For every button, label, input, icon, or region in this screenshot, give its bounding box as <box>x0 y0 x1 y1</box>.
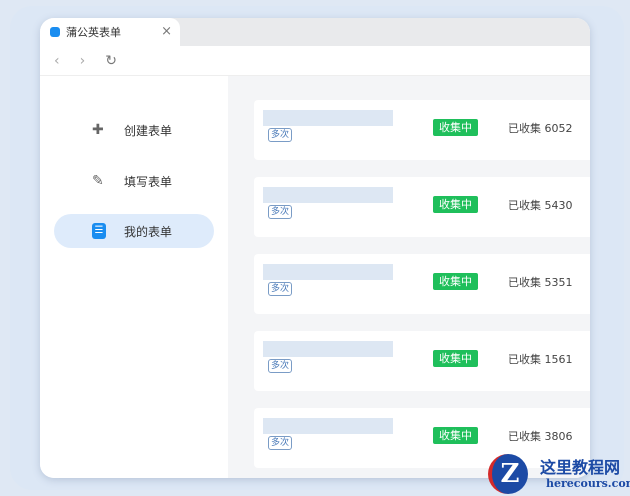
watermark-logo-icon: Z <box>488 454 528 494</box>
form-card[interactable]: 多次 收集中 已收集 1561 <box>254 331 590 391</box>
frequency-tag: 多次 <box>268 359 293 373</box>
sidebar-item-fill-form[interactable]: ✎ 填写表单 <box>54 164 214 198</box>
form-title-placeholder <box>263 341 393 357</box>
collected-count: 已收集 3806 <box>508 430 573 443</box>
status-badge: 收集中 <box>433 350 478 367</box>
sidebar: ✚ 创建表单 ✎ 填写表单 ☰ 我的表单 <box>40 76 228 478</box>
status-badge: 收集中 <box>433 427 478 444</box>
tab-dandelion-forms[interactable]: 蒲公英表单 × <box>40 18 180 46</box>
collected-count: 已收集 6052 <box>508 122 573 135</box>
collected-count: 已收集 1561 <box>508 353 573 366</box>
watermark-url: herecours.com <box>546 477 630 490</box>
sidebar-item-label: 创建表单 <box>124 123 173 138</box>
frequency-tag: 多次 <box>268 128 293 142</box>
sidebar-item-label: 我的表单 <box>124 224 173 239</box>
forward-icon[interactable]: › <box>80 53 86 69</box>
edit-form-icon: ✎ <box>92 173 104 189</box>
reload-icon[interactable]: ↻ <box>105 53 117 69</box>
sidebar-item-my-forms[interactable]: ☰ 我的表单 <box>54 214 214 248</box>
frequency-tag: 多次 <box>268 205 293 219</box>
frequency-tag: 多次 <box>268 436 293 450</box>
sidebar-item-create-form[interactable]: ✚ 创建表单 <box>54 113 214 147</box>
watermark: Z 这里教程网 herecours.com <box>484 452 630 496</box>
frequency-tag: 多次 <box>268 282 293 296</box>
form-title-placeholder <box>263 418 393 434</box>
watermark-title: 这里教程网 <box>540 458 621 477</box>
back-icon[interactable]: ‹ <box>54 53 60 69</box>
status-badge: 收集中 <box>433 119 478 136</box>
tab-bar: 蒲公英表单 × <box>40 18 590 46</box>
form-title-placeholder <box>263 187 393 203</box>
status-badge: 收集中 <box>433 196 478 213</box>
status-badge: 收集中 <box>433 273 478 290</box>
browser-toolbar: ‹ › ↻ <box>40 46 590 76</box>
add-form-icon: ✚ <box>92 122 104 138</box>
app-logo-icon <box>50 27 60 37</box>
document-icon: ☰ <box>92 223 106 239</box>
close-tab-icon[interactable]: × <box>161 24 172 39</box>
sidebar-item-label: 填写表单 <box>124 174 173 189</box>
form-title-placeholder <box>263 110 393 126</box>
form-card[interactable]: 多次 收集中 已收集 5351 <box>254 254 590 314</box>
form-title-placeholder <box>263 264 393 280</box>
form-card[interactable]: 多次 收集中 已收集 5430 <box>254 177 590 237</box>
browser-window: 蒲公英表单 × ‹ › ↻ ✚ 创建表单 ✎ 填写表单 ☰ 我的表单 多次 收集… <box>40 18 590 478</box>
form-list: 多次 收集中 已收集 6052 多次 收集中 已收集 5430 多次 收集中 已… <box>228 76 590 478</box>
tab-title: 蒲公英表单 <box>66 26 121 39</box>
form-card[interactable]: 多次 收集中 已收集 6052 <box>254 100 590 160</box>
collected-count: 已收集 5351 <box>508 276 573 289</box>
collected-count: 已收集 5430 <box>508 199 573 212</box>
